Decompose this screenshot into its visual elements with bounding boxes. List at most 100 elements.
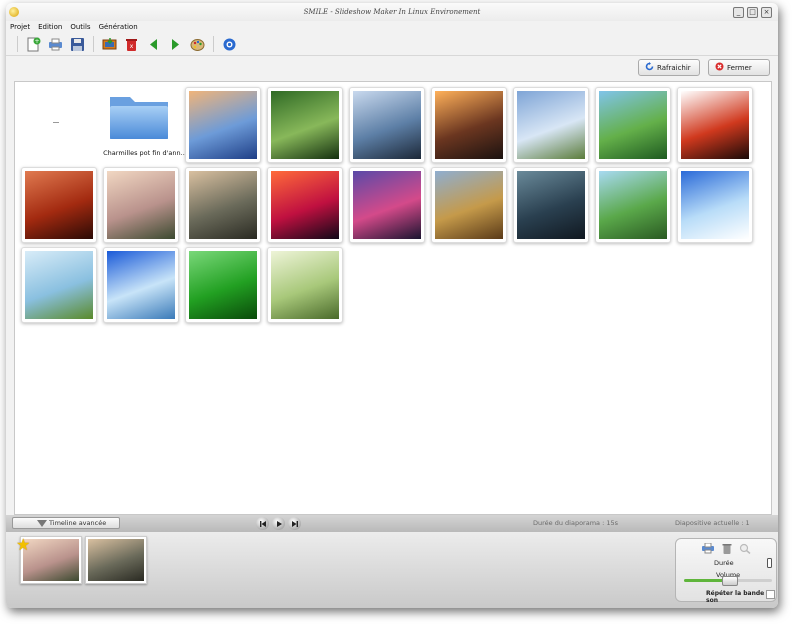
thumbnail-image [435, 171, 503, 239]
thumbnail-image [271, 171, 339, 239]
menu-outils[interactable]: Outils [70, 23, 90, 31]
paint-palette-icon[interactable] [190, 37, 205, 52]
folder-icon [110, 97, 168, 139]
refresh-label: Rafraichir [657, 63, 691, 72]
save-icon[interactable] [70, 37, 85, 52]
menu-edition[interactable]: Edition [38, 23, 62, 31]
thumbnail-image [681, 171, 749, 239]
app-window: SMILE - Slideshow Maker In Linux Environ… [6, 3, 778, 608]
next-arrow-icon[interactable] [168, 37, 183, 52]
image-thumbnail-woman-red-dress[interactable] [185, 167, 261, 243]
toolbar-separator [213, 36, 214, 52]
image-thumbnail-purple-night-figure[interactable] [349, 167, 425, 243]
image-thumbnail-lake-reflection-dawn[interactable] [185, 87, 261, 163]
play-icon [276, 520, 282, 527]
thumbnail-image [435, 91, 503, 159]
slide-image [23, 539, 79, 581]
previous-arrow-icon[interactable] [146, 37, 161, 52]
placeholder-item[interactable] [53, 122, 59, 123]
image-gallery: Charmilles pot fin d'ann... [14, 81, 772, 515]
refresh-icon [645, 62, 654, 73]
image-thumbnail-red-fantasy[interactable] [21, 167, 97, 243]
timeline-toggle-label: Timeline avancée [49, 519, 107, 527]
folder-label: Charmilles pot fin d'ann... [103, 149, 187, 157]
image-thumbnail-green-gradient[interactable] [185, 247, 261, 323]
image-thumbnail-lighthouse[interactable] [513, 87, 589, 163]
maximize-button[interactable]: □ [747, 7, 758, 18]
thumbnail-image [25, 171, 93, 239]
image-thumbnail-bamboo-bokeh[interactable] [267, 247, 343, 323]
close-window-button[interactable]: × [761, 7, 772, 18]
menu-bar: Projet Edition Outils Génération [6, 21, 778, 33]
skip-forward-button[interactable] [288, 517, 301, 530]
thumbnail-image [107, 251, 175, 319]
image-thumbnail-green-path-trees[interactable] [595, 167, 671, 243]
star-icon: ★ [16, 535, 31, 554]
image-thumbnail-ice-lake[interactable] [103, 247, 179, 323]
close-label: Fermer [727, 63, 752, 72]
print-icon[interactable] [48, 37, 63, 52]
thumbnail-image [353, 171, 421, 239]
action-bar: Rafraichir Fermer [6, 56, 778, 82]
play-button[interactable] [272, 517, 285, 530]
image-thumbnail-red-abstract-hand[interactable] [677, 87, 753, 163]
chevron-down-icon [37, 520, 47, 529]
about-icon[interactable] [222, 37, 237, 52]
folder-item[interactable]: Charmilles pot fin d'ann... [100, 87, 187, 159]
thumbnail-image [271, 91, 339, 159]
advanced-timeline-toggle[interactable]: Timeline avancée [12, 517, 120, 529]
skip-back-button[interactable] [256, 517, 269, 530]
thumbnail-image [353, 91, 421, 159]
audio-panel: Durée Volume Répéter la bande son [675, 538, 777, 604]
volume-slider-knob[interactable] [722, 576, 738, 586]
timeline-slide-woman-red-dress[interactable] [85, 536, 147, 584]
image-thumbnail-green-meadow-sky[interactable] [21, 247, 97, 323]
thumbnail-image [189, 91, 257, 159]
toolbar-separator [93, 36, 94, 52]
refresh-button[interactable]: Rafraichir [638, 59, 700, 76]
svg-text:+: + [34, 38, 39, 45]
thumbnail-image [517, 91, 585, 159]
menu-projet[interactable]: Projet [10, 23, 30, 31]
skip-forward-icon [291, 520, 298, 527]
timeline-strip [6, 532, 778, 608]
current-slide-indicator: Diapositive actuelle : 1 [675, 519, 750, 527]
import-images-icon[interactable] [102, 37, 117, 52]
image-thumbnail-golden-field-houses[interactable] [431, 167, 507, 243]
delete-icon[interactable]: x [124, 37, 139, 52]
print-icon[interactable] [702, 542, 714, 556]
close-button[interactable]: Fermer [708, 59, 770, 76]
thumbnail-image [107, 171, 175, 239]
svg-text:x: x [130, 43, 134, 50]
image-thumbnail-light-waves[interactable] [267, 167, 343, 243]
thumbnail-image [25, 251, 93, 319]
close-icon [715, 62, 724, 73]
thumbnail-image [271, 251, 339, 319]
minimize-button[interactable]: _ [733, 7, 744, 18]
thumbnail-image [517, 171, 585, 239]
thumbnail-image [681, 91, 749, 159]
menu-generation[interactable]: Génération [99, 23, 138, 31]
image-thumbnail-waterfall-sunset[interactable] [431, 87, 507, 163]
slideshow-duration: Durée du diaporama : 15s [533, 519, 618, 527]
image-thumbnail-girl-with-flowers[interactable] [103, 167, 179, 243]
thumbnail-image [189, 171, 257, 239]
image-thumbnail-winter-blue-forest[interactable] [677, 167, 753, 243]
status-bar: Timeline avancée Durée du diaporama : 15… [6, 515, 778, 532]
trash-icon[interactable] [722, 543, 732, 556]
toolbar: + x [6, 33, 778, 56]
window-title: SMILE - Slideshow Maker In Linux Environ… [303, 8, 481, 16]
image-thumbnail-car-storm[interactable] [513, 167, 589, 243]
new-project-icon[interactable]: + [26, 37, 41, 52]
slide-image [88, 539, 144, 581]
repeat-soundtrack-checkbox[interactable] [766, 590, 775, 599]
thumbnail-image [599, 171, 667, 239]
scroll-handle[interactable] [767, 558, 772, 570]
transport-controls [256, 517, 301, 530]
image-thumbnail-misty-coast-rocks[interactable] [349, 87, 425, 163]
duration-label: Durée [714, 559, 734, 567]
image-thumbnail-green-valley[interactable] [595, 87, 671, 163]
search-icon[interactable] [739, 543, 751, 556]
image-thumbnail-green-leaves-ladybug[interactable] [267, 87, 343, 163]
skip-back-icon [259, 520, 266, 527]
